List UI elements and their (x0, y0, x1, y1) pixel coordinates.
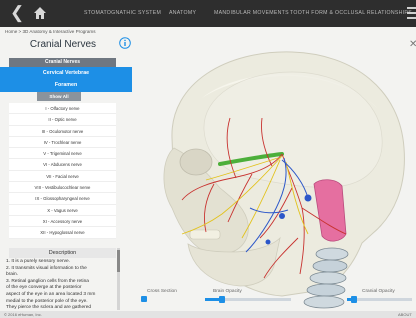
nerve-item-trigeminal[interactable]: V - Trigeminal nerve (9, 148, 116, 160)
foramen-button[interactable]: Foramen (0, 79, 132, 92)
nerve-item-vagus[interactable]: X - Vagus nerve (9, 205, 116, 216)
nav-stomatognathic-system[interactable]: STOMATOGNATHIC SYSTEM (84, 10, 161, 16)
nav-mandibular-movements[interactable]: MANDIBULAR MOVEMENTS (214, 10, 289, 16)
cranial-opacity-label: Cranial Opacity (362, 289, 395, 294)
description-heading: Description (9, 248, 116, 258)
home-icon[interactable] (33, 6, 47, 20)
orbit-shape (179, 148, 213, 176)
description-line: of the eye converge at the posterior (6, 285, 82, 291)
cranial-opacity-handle[interactable] (351, 296, 357, 303)
page-title: Cranial Nerves (29, 39, 97, 50)
description-line: aspect of the eye in an area located 3 m… (6, 291, 96, 297)
top-nav-bar: ❮ STOMATOGNATHIC SYSTEM ANATOMY MANDIBUL… (0, 0, 416, 27)
description-line: 2. It transmits visual information to th… (6, 265, 87, 271)
show-all-button[interactable]: Show All (37, 92, 81, 101)
description-line: brain. (6, 272, 18, 278)
nerve-list: I - Olfactory nerve II - Optic nerve III… (9, 103, 116, 239)
nerve-item-glossopharyngeal[interactable]: IX - Glossopharyngeal nerve (9, 193, 116, 205)
close-icon[interactable]: ✕ (409, 39, 416, 50)
nav-anatomy[interactable]: ANATOMY (169, 10, 196, 16)
nerve-item-optic[interactable]: II - Optic nerve (9, 114, 116, 126)
nav-tooth-form[interactable]: TOOTH FORM & OCCLUSAL RELATIONSHIPS (290, 10, 412, 16)
description-text: 1. It is a purely sensory nerve. 2. It t… (6, 259, 117, 312)
nerve-item-olfactory[interactable]: I - Olfactory nerve (9, 103, 116, 115)
nerve-item-abducens[interactable]: VI - Abducens nerve (9, 159, 116, 171)
cranial-opacity-slider[interactable] (347, 296, 412, 303)
nerve-item-accessory[interactable]: XI - Accessory nerve (9, 216, 116, 228)
nerve-item-facial[interactable]: VII - Facial nerve (9, 171, 116, 183)
description-scrollbar-thumb[interactable] (117, 250, 120, 272)
info-icon[interactable] (119, 37, 131, 49)
copyright-text: © 2016 eHuman, Inc. (4, 312, 42, 317)
nerve-item-hypoglossal[interactable]: XII - Hypoglossal nerve (9, 227, 116, 239)
cross-section-checkbox[interactable] (141, 296, 147, 302)
chevron-left-icon[interactable]: ❮ (10, 4, 24, 21)
brain-opacity-label: Brain Opacity (213, 289, 242, 294)
footer: © 2016 eHuman, Inc. ABOUT (0, 311, 416, 318)
description-line: 1. It is a purely sensory nerve. (6, 259, 70, 264)
nerve-item-vestibulocochlear[interactable]: VIII - Vestibulocochlear nerve (9, 182, 116, 194)
about-link[interactable]: ABOUT (398, 312, 412, 317)
brain-opacity-slider[interactable] (205, 296, 291, 303)
skull-3d-viewer[interactable] (132, 38, 416, 310)
breadcrumb[interactable]: Home > 3D Anatomy & Interactive Programs (5, 29, 96, 34)
cranial-nerves-tab[interactable]: Cranial Nerves (9, 58, 116, 67)
nerve-item-trochlear[interactable]: IV - Trochlear nerve (9, 137, 116, 149)
brain-opacity-handle[interactable] (219, 296, 225, 303)
hamburger-menu-icon[interactable] (407, 7, 416, 19)
nerve-item-oculomotor[interactable]: III - Oculomotor nerve (9, 126, 116, 137)
cross-section-label: Cross Section (147, 289, 177, 294)
